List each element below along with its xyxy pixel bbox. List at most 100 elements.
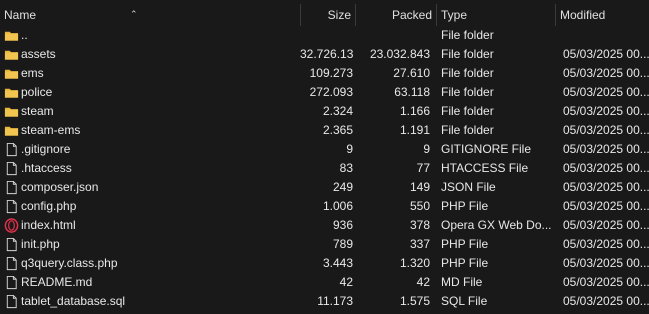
file-type: GITIGNORE File [441,142,532,156]
file-size: 936 [332,218,353,232]
file-name: init.php [21,237,60,251]
file-packed-size: 42 [416,275,430,289]
table-row[interactable]: .htaccess 83 77 HTACCESS File 05/03/2025 00.… [0,159,649,178]
file-name: steam-ems [21,123,81,137]
column-header-bar: Name ⌃ Size Packed Type Modified [0,0,649,26]
file-size: 83 [339,161,353,175]
file-name: composer.json [21,180,99,194]
file-packed-size: 1.191 [399,123,430,137]
file-list: Name ⌃ Size Packed Type Modified .. File … [0,0,649,314]
table-row[interactable]: .gitignore 9 9 GITIGNORE File 05/03/2025 00.… [0,140,649,159]
file-packed-size: 27.610 [393,66,430,80]
column-header-type[interactable]: Type [437,0,555,26]
file-modified: 05/03/2025 00.... [563,256,649,270]
file-size: 249 [332,180,353,194]
file-name: steam [21,104,54,118]
file-modified: 05/03/2025 00.... [563,123,649,137]
file-modified: 05/03/2025 00.... [563,275,649,289]
column-header-name[interactable]: Name ⌃ [0,0,300,26]
column-header-size[interactable]: Size [300,0,355,26]
file-type: Opera GX Web Do... [441,218,552,232]
file-type: PHP File [441,237,489,251]
file-name: ems [21,66,44,80]
file-modified: 05/03/2025 00.... [563,66,649,80]
file-modified: 05/03/2025 00.... [563,199,649,213]
file-type: File folder [441,28,494,42]
column-header-modified-label: Modified [560,8,606,22]
file-modified: 05/03/2025 00.... [563,85,649,99]
file-size: 109.273 [309,66,353,80]
file-size: 3.443 [322,256,353,270]
file-size: 9 [346,142,353,156]
file-size: 32.726.131 [300,47,353,61]
file-modified [563,26,649,45]
table-row[interactable]: init.php 789 337 PHP File 05/03/2025 00.... [0,235,649,254]
file-type: File folder [441,66,494,80]
file-modified: 05/03/2025 00.... [563,104,649,118]
file-size: 11.173 [317,294,353,308]
file-name: .gitignore [21,142,71,156]
file-modified: 05/03/2025 00.... [563,218,649,232]
file-type: SQL File [441,294,488,308]
column-header-size-label: Size [327,8,351,22]
file-packed-size: 1.166 [399,104,430,118]
file-type: PHP File [441,256,489,270]
file-type: File folder [441,104,494,118]
table-row[interactable]: steam-ems 2.365 1.191 File folder 05/03/2025… [0,121,649,140]
file-name: tablet_database.sql [21,294,126,308]
table-row[interactable]: tablet_database.sql 11.173 1.575 SQL File 05… [0,292,649,311]
file-size: 789 [332,237,353,251]
file-modified: 05/03/2025 00.... [563,142,649,156]
sort-ascending-icon: ⌃ [130,9,138,19]
column-header-name-label: Name [4,8,37,22]
file-packed-size: 550 [409,199,430,213]
file-size: 42 [339,275,353,289]
file-name: assets [21,47,56,61]
column-header-packed-label: Packed [391,8,432,22]
file-packed-size: 23.032.843 [369,47,430,61]
table-row[interactable]: config.php 1.006 550 PHP File 05/03/2025 00.… [0,197,649,216]
file-modified: 05/03/2025 00.... [563,161,649,175]
file-size: 2.324 [322,104,353,118]
file-name: index.html [21,218,76,232]
file-size: 2.365 [322,123,353,137]
file-packed-size: 77 [416,161,430,175]
file-type: HTACCESS File [441,161,529,175]
column-header-modified[interactable]: Modified [556,0,649,26]
file-type: File folder [441,85,494,99]
table-row[interactable]: police 272.093 63.118 File folder 05/03/2025… [0,83,649,102]
table-row[interactable]: .. File folder [0,26,649,45]
file-packed-size: 149 [409,180,430,194]
file-packed-size: 1.575 [399,294,430,308]
file-name: q3query.class.php [21,256,118,270]
file-size [300,26,353,45]
file-type: File folder [441,123,494,137]
file-modified: 05/03/2025 00.... [563,294,649,308]
table-row[interactable]: assets 32.726.131 23.032.843 File folder 05/… [0,45,649,64]
file-name: config.php [21,199,77,213]
file-modified: 05/03/2025 00.... [563,180,649,194]
table-row[interactable]: index.html 936 378 Opera GX Web Do... 05/03/… [0,216,649,235]
table-row[interactable]: README.md 42 42 MD File 05/03/2025 00.... [0,273,649,292]
file-packed-size: 337 [409,237,430,251]
file-modified: 05/03/2025 00.... [563,237,649,251]
file-type: File folder [441,47,494,61]
column-header-type-label: Type [441,8,468,22]
table-row[interactable]: q3query.class.php 3.443 1.320 PHP File 05/03… [0,254,649,273]
table-row[interactable]: composer.json 249 149 JSON File 05/03/2025 0… [0,178,649,197]
file-packed-size: 378 [409,218,430,232]
file-packed-size: 9 [423,142,430,156]
file-name: .. [21,28,28,42]
file-size: 1.006 [322,199,353,213]
file-size: 272.093 [309,85,353,99]
file-name: README.md [21,275,93,289]
column-header-packed[interactable]: Packed [355,0,436,26]
file-packed-size [355,26,430,45]
file-name: police [21,85,53,99]
file-type: JSON File [441,180,496,194]
file-name: .htaccess [21,161,72,175]
table-row[interactable]: steam 2.324 1.166 File folder 05/03/2025 00.… [0,102,649,121]
file-type: MD File [441,275,483,289]
file-packed-size: 1.320 [399,256,430,270]
table-row[interactable]: ems 109.273 27.610 File folder 05/03/2025 00… [0,64,649,83]
